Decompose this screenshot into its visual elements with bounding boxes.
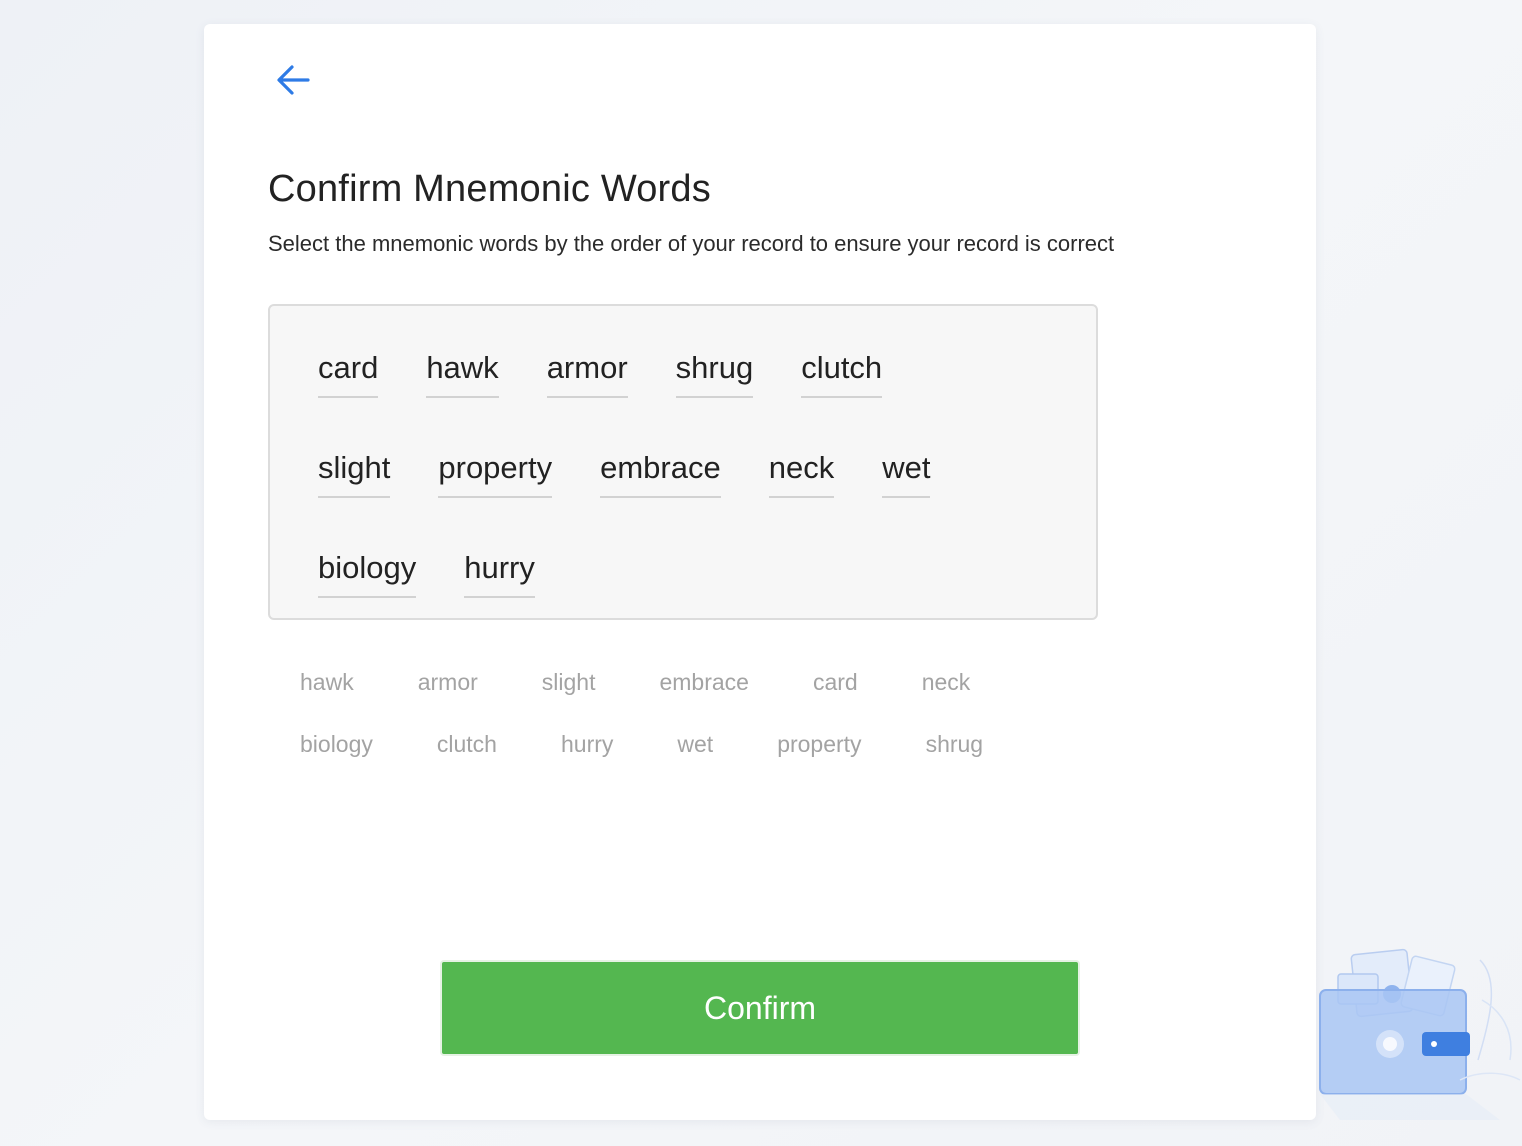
selected-word[interactable]: card bbox=[318, 350, 379, 398]
selected-word[interactable]: clutch bbox=[801, 350, 883, 398]
pool-word[interactable]: shrug bbox=[926, 730, 984, 758]
pool-word[interactable]: hurry bbox=[561, 730, 613, 758]
confirm-mnemonic-card: Confirm Mnemonic Words Select the mnemon… bbox=[204, 24, 1316, 1120]
wallet-illustration bbox=[1319, 948, 1521, 1120]
pool-row: hawk armor slight embrace card neck bbox=[300, 668, 1060, 730]
selected-row: slight property embrace neck wet bbox=[318, 450, 1096, 550]
pool-word[interactable]: wet bbox=[677, 730, 713, 758]
selected-word[interactable]: hawk bbox=[426, 350, 499, 398]
pool-word[interactable]: hawk bbox=[300, 668, 354, 696]
page-title: Confirm Mnemonic Words bbox=[268, 168, 711, 210]
pool-word[interactable]: biology bbox=[300, 730, 373, 758]
arrow-left-icon bbox=[277, 65, 310, 95]
selected-row: biology hurry bbox=[318, 550, 1096, 650]
selected-word[interactable]: slight bbox=[318, 450, 391, 498]
selected-word[interactable]: biology bbox=[318, 550, 417, 598]
back-button[interactable] bbox=[272, 60, 316, 100]
selected-word[interactable]: neck bbox=[768, 450, 835, 498]
pool-word[interactable]: armor bbox=[418, 668, 478, 696]
pool-word[interactable]: embrace bbox=[659, 668, 748, 696]
confirm-button[interactable]: Confirm bbox=[440, 960, 1080, 1056]
pool-word[interactable]: clutch bbox=[437, 730, 497, 758]
pool-word[interactable]: property bbox=[777, 730, 861, 758]
pool-word[interactable]: slight bbox=[542, 668, 596, 696]
word-pool: hawk armor slight embrace card neck biol… bbox=[300, 668, 1060, 792]
page-subtitle: Select the mnemonic words by the order o… bbox=[268, 231, 1115, 256]
selected-word[interactable]: shrug bbox=[675, 350, 754, 398]
selected-word[interactable]: embrace bbox=[600, 450, 721, 498]
selected-word[interactable]: hurry bbox=[464, 550, 535, 598]
selected-word[interactable]: armor bbox=[546, 350, 628, 398]
pool-word[interactable]: neck bbox=[922, 668, 971, 696]
selected-word[interactable]: property bbox=[438, 450, 553, 498]
pool-word[interactable]: card bbox=[813, 668, 858, 696]
selected-words-area: card hawk armor shrug clutch slight prop… bbox=[268, 304, 1098, 620]
selected-row: card hawk armor shrug clutch bbox=[318, 350, 1096, 450]
selected-word[interactable]: wet bbox=[882, 450, 931, 498]
pool-row: biology clutch hurry wet property shrug bbox=[300, 730, 1060, 792]
